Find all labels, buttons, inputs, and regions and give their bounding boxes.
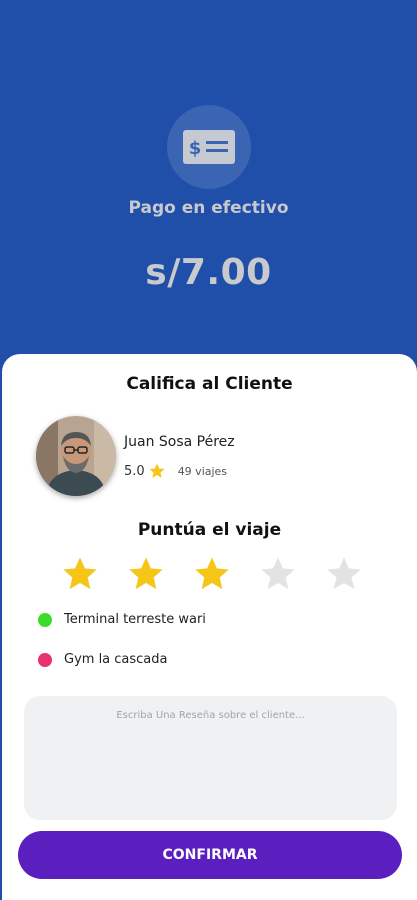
origin-dot-icon bbox=[38, 612, 52, 627]
route-destination-label: Gym la cascada bbox=[64, 652, 168, 667]
rating-star-1-icon[interactable] bbox=[60, 554, 100, 594]
review-input[interactable] bbox=[24, 696, 397, 820]
payment-method-label: Pago en efectivo bbox=[128, 198, 289, 218]
route-origin-label: Terminal terreste wari bbox=[64, 612, 206, 627]
star-icon bbox=[149, 463, 165, 478]
client-avatar bbox=[36, 416, 116, 496]
rating-card-title: Califica al Cliente bbox=[126, 374, 293, 394]
payment-header: $ Pago en efectivo s/7.00 bbox=[0, 0, 417, 370]
rating-star-5-icon[interactable] bbox=[324, 554, 364, 594]
client-trip-count: 49 viajes bbox=[177, 464, 228, 478]
client-rating-row: 5.0 49 viajes bbox=[124, 462, 227, 480]
client-rating-value: 5.0 bbox=[124, 463, 145, 479]
rating-star-2-icon[interactable] bbox=[126, 554, 166, 594]
confirm-button[interactable]: CONFIRMAR bbox=[18, 831, 402, 879]
trip-rating-title: Puntúa el viaje bbox=[137, 520, 282, 540]
cash-icon: $ bbox=[183, 130, 235, 164]
client-name: Juan Sosa Pérez bbox=[124, 434, 235, 450]
rating-star-4-icon[interactable] bbox=[258, 554, 298, 594]
trip-rating-stars bbox=[60, 554, 364, 594]
rating-star-3-icon[interactable] bbox=[192, 554, 232, 594]
svg-text:$: $ bbox=[189, 138, 202, 159]
route-origin: Terminal terreste wari bbox=[38, 612, 206, 627]
rating-card: Califica al Cliente Juan Sosa Pérez 5.0 … bbox=[2, 354, 417, 900]
route-destination: Gym la cascada bbox=[38, 652, 168, 667]
cash-icon-circle: $ bbox=[167, 105, 251, 189]
fare-amount: s/7.00 bbox=[145, 252, 272, 293]
destination-dot-icon bbox=[38, 652, 52, 667]
